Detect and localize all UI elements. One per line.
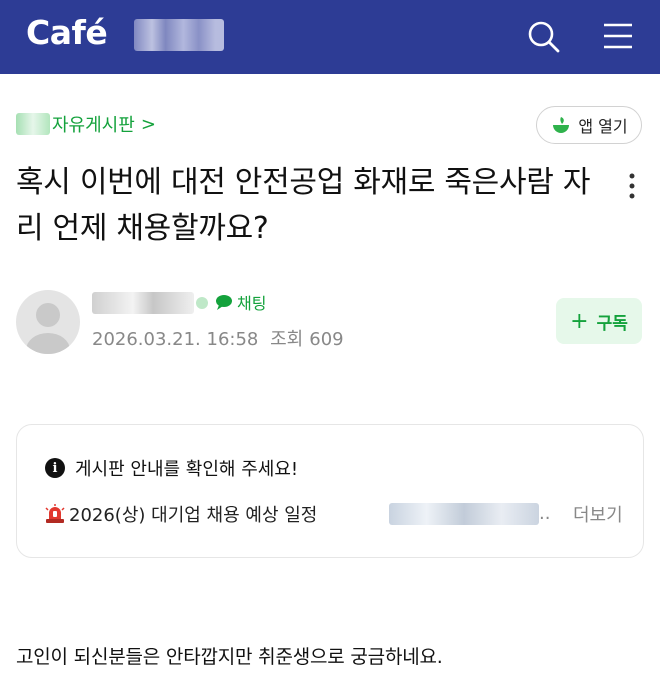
app-open-button[interactable]: 앱 열기 (536, 106, 642, 144)
cafe-name-redacted[interactable] (134, 19, 224, 51)
board-label: 자유게시판 (52, 115, 135, 136)
subscribe-label: 구독 (596, 313, 628, 334)
notice-item-text: 2026(상) 대기업 채용 예상 일정 (69, 505, 318, 526)
leaf-cup-icon (553, 117, 570, 133)
chat-label: 채팅 (237, 294, 267, 313)
board-notice-card: i 게시판 안내를 확인해 주세요! 2026(상) 대기업 채용 예상 일정 … (16, 424, 644, 558)
notice-item[interactable]: 2026(상) 대기업 채용 예상 일정 (43, 501, 317, 527)
cafe-logo[interactable]: Café (26, 13, 108, 52)
author-avatar[interactable] (16, 290, 80, 354)
board-link[interactable]: 자유게시판 > (52, 111, 156, 137)
plus-icon: + (570, 308, 589, 334)
app-open-label: 앱 열기 (578, 117, 628, 136)
views-count: 609 (309, 329, 344, 350)
board-breadcrumb: 자유게시판 > (16, 110, 156, 138)
views-label: 조회 (270, 329, 304, 350)
notice-text-redacted (389, 503, 539, 525)
more-options-button[interactable] (622, 168, 642, 204)
default-avatar-icon (26, 303, 70, 354)
vertical-dots-icon (629, 173, 635, 199)
hamburger-menu-icon (604, 23, 632, 49)
notice-heading: i 게시판 안내를 확인해 주세요! (45, 455, 298, 481)
board-icon-redacted (16, 113, 50, 135)
subscribe-button[interactable]: + 구독 (556, 298, 642, 344)
search-button[interactable] (522, 16, 566, 56)
post-title: 혹시 이번에 대전 안전공업 화재로 죽은사람 자리 언제 채용할까요? (16, 165, 591, 246)
notice-more-link[interactable]: 더보기 (573, 501, 623, 527)
chevron-right-icon: > (140, 113, 156, 135)
siren-icon (45, 504, 65, 523)
notice-ellipsis: .. (539, 503, 551, 524)
post-date: 2026.03.21. 16:58 (92, 329, 259, 350)
search-icon (528, 21, 560, 53)
post-body: 고인이 되신분들은 안타깝지만 취준생으로 궁금하네요. (16, 646, 443, 668)
info-icon: i (45, 458, 65, 478)
chat-button[interactable]: 채팅 (214, 290, 266, 314)
top-app-bar: Café (0, 0, 660, 74)
notice-heading-text: 게시판 안내를 확인해 주세요! (75, 459, 299, 480)
author-level-badge (196, 297, 208, 309)
post-meta: 2026.03.21. 16:58 조회 609 (92, 325, 350, 351)
menu-button[interactable] (598, 18, 638, 54)
author-name-redacted[interactable] (92, 292, 194, 314)
chat-bubble-icon (216, 295, 232, 310)
